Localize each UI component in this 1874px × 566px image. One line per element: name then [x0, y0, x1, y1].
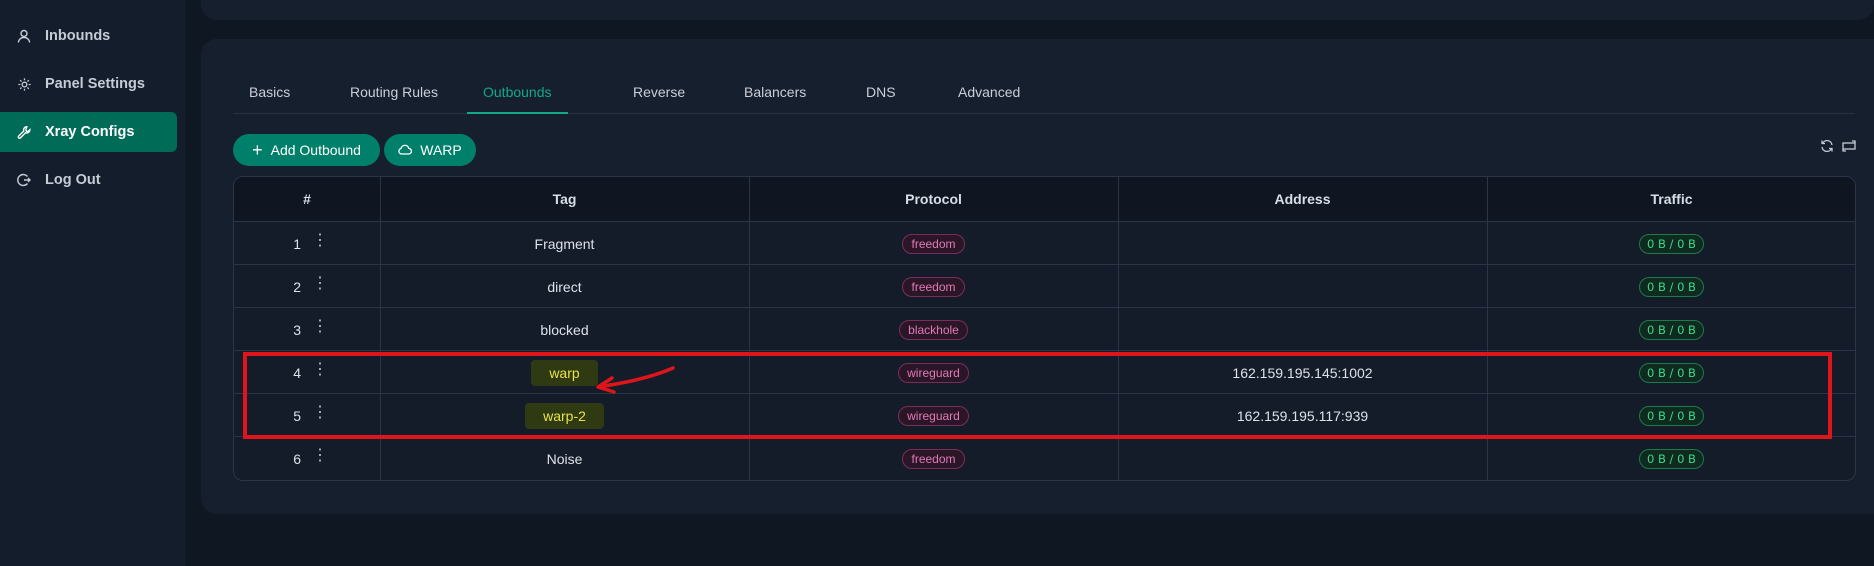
address-cell [1118, 222, 1487, 265]
table-row: 1 ⋮ Fragment freedom 0 B / 0 B [234, 222, 1855, 265]
sidebar: Inbounds Panel Settings Xray Configs Log… [0, 0, 185, 566]
sidebar-item-inbounds[interactable]: Inbounds [0, 16, 177, 56]
table-row: 2 ⋮ direct freedom 0 B / 0 B [234, 265, 1855, 308]
sidebar-item-log-out[interactable]: Log Out [0, 160, 177, 200]
col-header-number: # [303, 191, 311, 207]
refresh-icon[interactable] [1818, 137, 1836, 155]
config-tabs: Basics Routing Rules Outbounds Reverse B… [233, 74, 1855, 114]
col-header-tag: Tag [552, 191, 577, 207]
traffic-badge: 0 B / 0 B [1639, 276, 1704, 297]
add-outbound-button[interactable]: + Add Outbound [233, 134, 380, 166]
traffic-badge: 0 B / 0 B [1639, 233, 1704, 254]
address-cell [1118, 437, 1487, 480]
warp-button[interactable]: WARP [384, 134, 476, 166]
more-options-icon[interactable]: ⋮ [312, 276, 328, 292]
protocol-badge: blackhole [899, 319, 968, 340]
tab-advanced[interactable]: Advanced [958, 84, 1020, 114]
row-number: 2 [293, 278, 301, 295]
tab-outbounds[interactable]: Outbounds [467, 84, 568, 114]
protocol-badge: freedom [902, 233, 965, 254]
address-cell [1118, 308, 1487, 351]
tab-basics[interactable]: Basics [249, 84, 290, 114]
col-header-traffic: Traffic [1650, 191, 1693, 207]
sidebar-item-label: Inbounds [45, 28, 111, 44]
table-row: 3 ⋮ blocked blackhole 0 B / 0 B [234, 308, 1855, 351]
col-header-protocol: Protocol [905, 191, 962, 207]
col-header-address: Address [1274, 191, 1331, 207]
wrench-icon [16, 124, 32, 140]
tab-dns[interactable]: DNS [866, 84, 896, 114]
row-number: 3 [293, 321, 301, 338]
sidebar-item-label: Panel Settings [45, 76, 145, 92]
tag-cell: Noise [546, 450, 583, 467]
more-options-icon[interactable]: ⋮ [312, 319, 328, 335]
address-cell [1118, 265, 1487, 308]
table-row: 6 ⋮ Noise freedom 0 B / 0 B [234, 437, 1855, 480]
protocol-badge: freedom [902, 448, 965, 469]
more-options-icon[interactable]: ⋮ [312, 448, 328, 464]
row-number: 6 [293, 450, 301, 467]
cloud-icon [398, 142, 413, 158]
row-number: 1 [293, 235, 301, 252]
tag-cell: Fragment [534, 235, 595, 252]
sidebar-item-panel-settings[interactable]: Panel Settings [0, 64, 177, 104]
traffic-badge: 0 B / 0 B [1639, 319, 1704, 340]
user-icon [16, 28, 32, 44]
tab-reverse[interactable]: Reverse [633, 84, 685, 114]
more-options-icon[interactable]: ⋮ [312, 233, 328, 249]
logout-icon [16, 172, 32, 188]
tag-cell: blocked [540, 321, 589, 338]
tag-cell: direct [547, 278, 582, 295]
annotation-arrow-icon [596, 366, 675, 394]
sidebar-item-xray-configs[interactable]: Xray Configs [0, 112, 177, 152]
traffic-badge: 0 B / 0 B [1639, 448, 1704, 469]
plus-icon: + [252, 140, 263, 160]
top-card [201, 0, 1874, 20]
sidebar-item-label: Log Out [45, 172, 101, 188]
tab-balancers[interactable]: Balancers [744, 84, 806, 114]
gear-icon [16, 76, 32, 92]
expand-icon[interactable] [1840, 137, 1858, 155]
tab-routing-rules[interactable]: Routing Rules [350, 84, 438, 114]
sidebar-item-label: Xray Configs [45, 124, 135, 140]
annotation-highlight-box [243, 352, 1832, 439]
protocol-badge: freedom [902, 276, 965, 297]
table-header: # Tag Protocol Address Traffic [234, 177, 1855, 222]
